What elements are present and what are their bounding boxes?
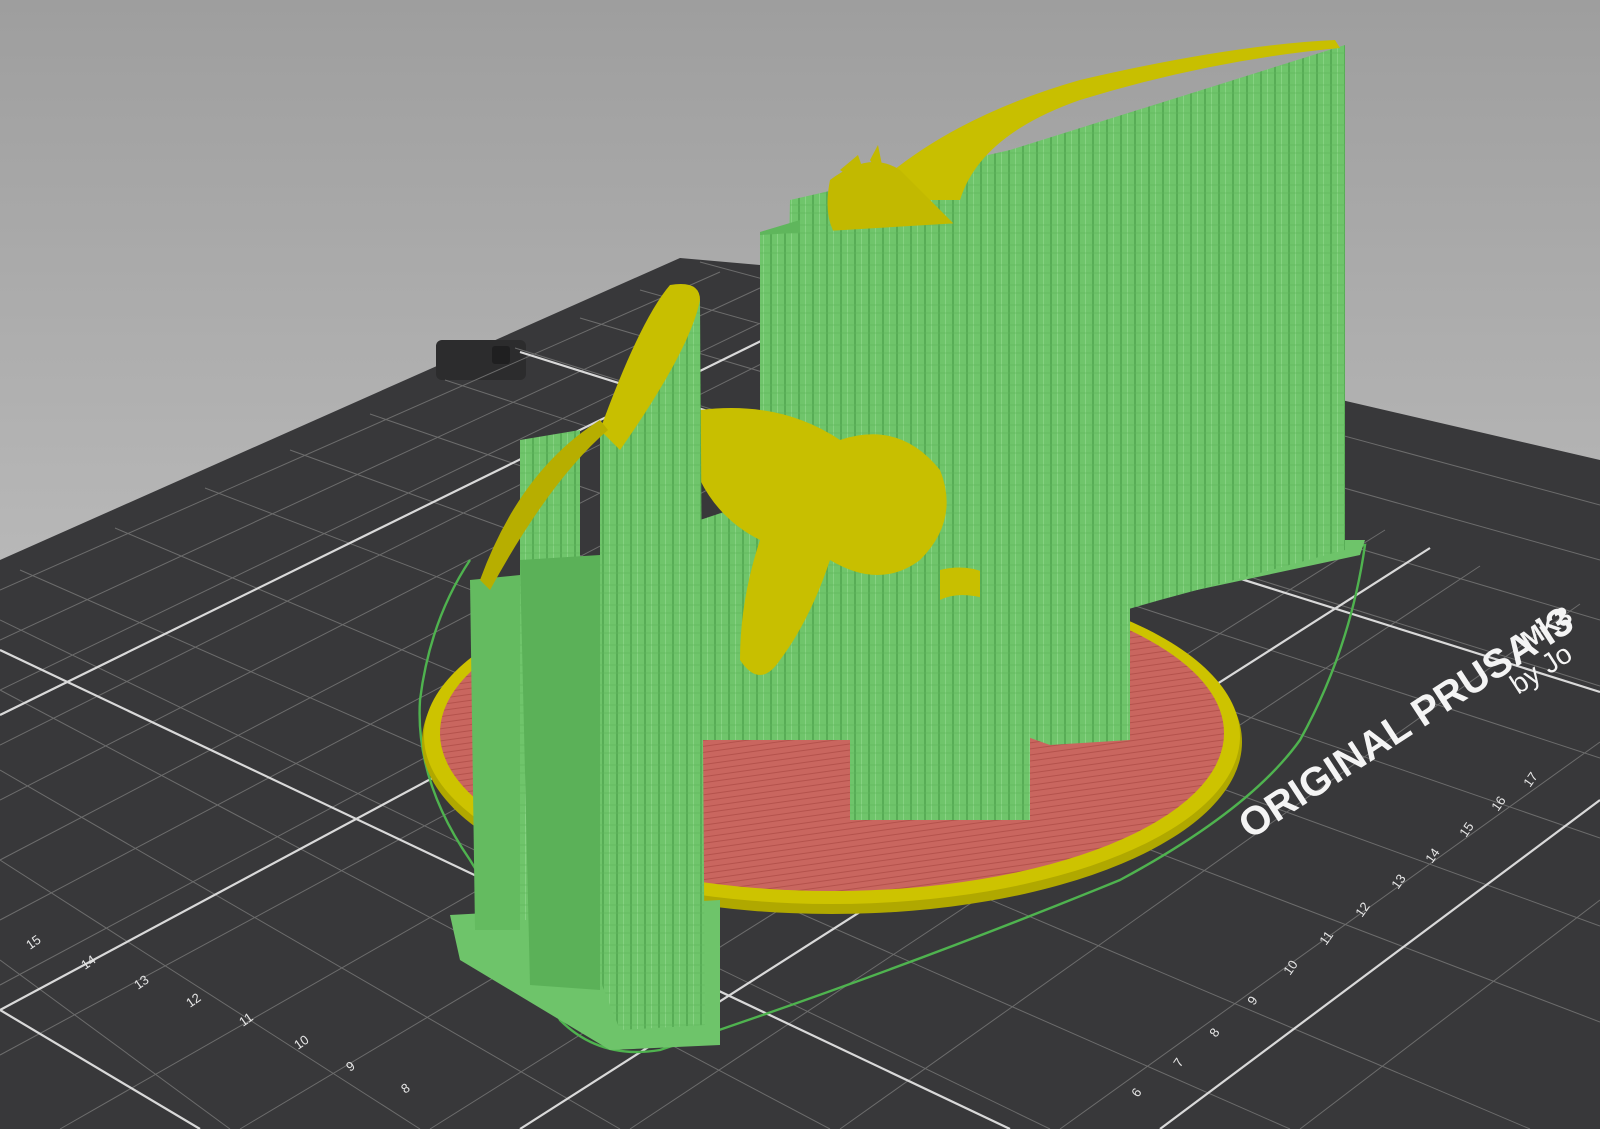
preview-canvas[interactable]: 15 14 13 12 11 10 9 8 6 7 8 9 10 11 12 1… — [0, 0, 1600, 1129]
3d-preview-viewport[interactable]: 15 14 13 12 11 10 9 8 6 7 8 9 10 11 12 1… — [0, 0, 1600, 1129]
bed-mount-knob-icon — [436, 340, 526, 380]
